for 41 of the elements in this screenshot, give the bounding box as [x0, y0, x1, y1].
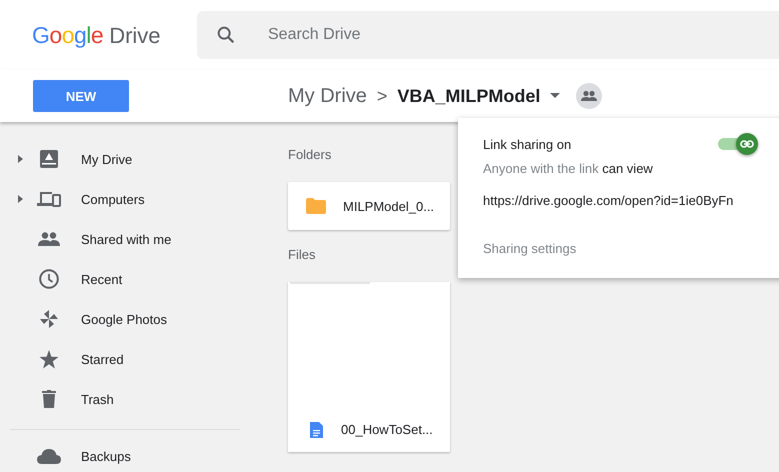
file-name: 00_HowToSet...	[341, 422, 433, 437]
search-field[interactable]: Search Drive	[197, 11, 779, 59]
expand-arrow-icon[interactable]	[18, 195, 23, 203]
product-name: Drive	[109, 22, 161, 48]
section-heading: Folders	[288, 147, 332, 162]
sidebar-item[interactable]: Google Photos	[0, 299, 270, 339]
new-button[interactable]: NEW	[33, 80, 129, 112]
link-sharing-toggle[interactable]	[718, 133, 758, 155]
document-icon	[310, 422, 323, 438]
logo-text: Google	[32, 22, 104, 48]
sidebar-item[interactable]: My Drive	[0, 139, 270, 179]
caret-icon[interactable]	[550, 93, 560, 99]
expand-arrow-icon[interactable]	[18, 155, 23, 163]
sidebar-item[interactable]: Starred	[0, 339, 270, 379]
sidebar-item[interactable]: Trash	[0, 379, 270, 419]
sidebar-item[interactable]: Computers	[0, 179, 270, 219]
pinwheel-icon	[39, 309, 59, 329]
popup-title: Link sharing on	[483, 136, 572, 152]
clock-icon	[39, 269, 59, 289]
people-icon	[38, 232, 60, 246]
link-icon	[740, 140, 754, 148]
access-description: Anyone with the link can view	[483, 161, 654, 176]
share-link[interactable]: https://drive.google.com/open?id=1ie0ByFn	[483, 193, 779, 208]
sidebar-item[interactable]: Shared with me	[0, 219, 270, 259]
breadcrumb-link[interactable]: My Drive	[288, 84, 367, 108]
folder-card[interactable]: MILPModel_0...	[288, 182, 450, 230]
breadcrumb-separator: >	[376, 86, 388, 106]
people-icon[interactable]	[576, 83, 602, 109]
devices-icon	[37, 191, 61, 207]
current-folder[interactable]: VBA_MILPModel	[397, 86, 540, 106]
sidebar-item[interactable]: Recent	[0, 259, 270, 299]
section-heading: Files	[288, 247, 316, 262]
folder-name: MILPModel_0...	[343, 198, 434, 214]
drive-icon	[39, 149, 59, 169]
star-icon	[39, 350, 59, 368]
folder-icon	[306, 198, 326, 214]
file-card[interactable]: 00_HowToSet...	[288, 282, 450, 452]
cloud-icon	[37, 448, 61, 464]
sharing-settings-link[interactable]: Sharing settings	[483, 241, 779, 256]
sidebar-item[interactable]: Backups	[0, 436, 270, 472]
trash-icon	[42, 390, 56, 408]
